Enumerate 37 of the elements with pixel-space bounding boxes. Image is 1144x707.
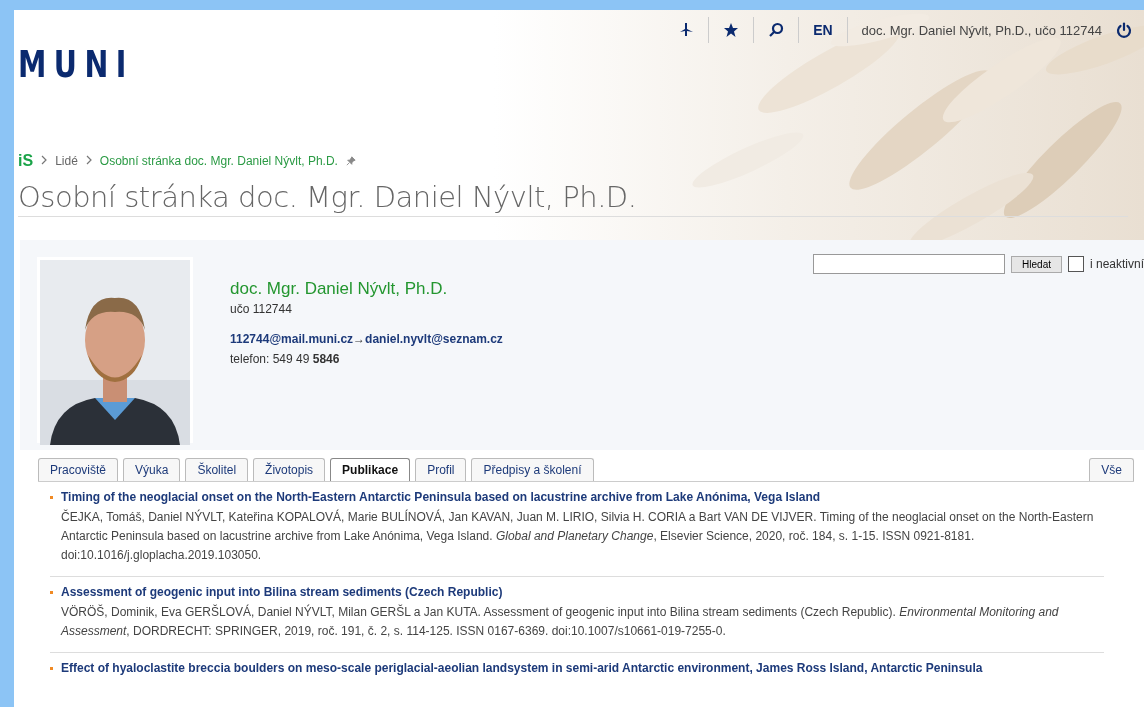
bullet-icon	[50, 495, 53, 499]
tab[interactable]: Publikace	[330, 458, 411, 481]
publication-title[interactable]: Assessment of geogenic input into Bilina stream sediments (Czech Republic)	[61, 585, 503, 599]
language-link[interactable]: EN	[813, 22, 833, 38]
email-link[interactable]: 112744@mail.muni.cz	[230, 332, 354, 346]
star-icon[interactable]	[723, 22, 740, 38]
checkbox-label: i neaktivní	[1089, 257, 1144, 271]
person-name: doc. Mgr. Daniel Nývlt, Ph.D.	[230, 279, 449, 299]
tab[interactable]: Životopis	[253, 458, 326, 481]
tab[interactable]: Profil	[415, 458, 467, 481]
phone-text: telefon: 549 49 5846	[230, 352, 341, 366]
tab[interactable]: Školitel	[185, 458, 249, 481]
pin-icon[interactable]	[345, 156, 356, 166]
breadcrumb-link[interactable]: Lidé	[55, 154, 78, 168]
power-icon[interactable]	[1116, 22, 1132, 38]
airplane-icon[interactable]	[678, 22, 695, 38]
checkbox[interactable]	[1067, 256, 1084, 272]
search-icon[interactable]	[768, 22, 785, 38]
citation-text: VÖRÖŠ, Dominik, Eva GERŠLOVÁ, Daniel NÝVLT, Milan GERŠL a Jan KUTA. Assessment of geogenic input into Bilina stream sediments (Czech Republic). Environmental Monitoring and Assessment, DORDRECHT: SPRINGER, 2019, roč. 191, č. 2, s. 114-125. ISSN 0167-6369. doi:10.1007/s10661-019-7255-0.	[61, 603, 1060, 640]
uco-text: učo 112744	[230, 302, 293, 316]
citation-text: ČEJKA, Tomáš, Daniel NÝVLT, Kateřina KOPALOVÁ, Marie BULÍNOVÁ, Jan KAVAN, Juan M. LIRIO, Silvia H. CORIA a Bart VAN DE VIJVER. Timing of the neoglacial onset on the North-Eastern Antarctic Peninsula based on lacustrine archive from Lake Anónima, Vega Island. Global and Planetary Change, Elsevier Science, 2020, roč. 184, s. 1-15. ISSN 0921-8181. doi:10.1016/j.gloplacha.2019.103050.	[61, 508, 1095, 564]
breadcrumb-link[interactable]: Osobní stránka doc. Mgr. Daniel Nývlt, Ph.D.	[99, 154, 338, 168]
tab[interactable]: Pracoviště	[38, 458, 119, 481]
bullet-icon	[50, 666, 53, 670]
search-field[interactable]	[813, 254, 1006, 274]
search-button[interactable]: Hledat	[1011, 255, 1062, 273]
email-link[interactable]: daniel.nyvlt@seznam.cz	[365, 332, 503, 346]
tab[interactable]: Vše	[1089, 458, 1134, 481]
bullet-icon	[50, 590, 53, 594]
arrow-text: →	[353, 332, 366, 346]
page-title: Osobní stránka doc. Mgr. Daniel Nývlt, Ph.D.	[18, 180, 1128, 217]
logo[interactable]: MUNI	[18, 44, 134, 84]
user-name: doc. Mgr. Daniel Nývlt, Ph.D., učo 112744	[861, 22, 1102, 38]
publication-title[interactable]: Timing of the neoglacial onset on the North-Eastern Antarctic Peninsula based on lacustrine archive from Lake Anónima, Vega Island	[61, 490, 821, 504]
tab[interactable]: Výuka	[123, 458, 181, 481]
publication-title[interactable]: Effect of hyaloclastite breccia boulders on meso-scale periglacial-aeolian landsystem in semi-arid Antarctic environment, James Ross Island, Antarctic Peninsula	[61, 661, 983, 675]
tab[interactable]: Předpisy a školení	[471, 458, 594, 481]
